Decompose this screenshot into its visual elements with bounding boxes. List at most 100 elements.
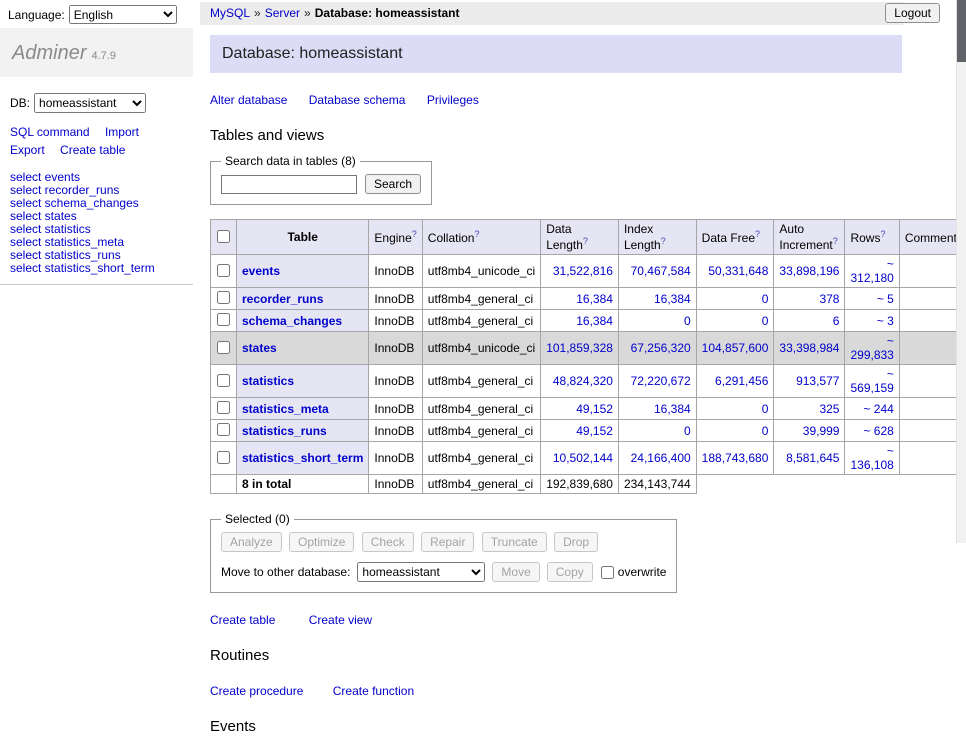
move-button[interactable]: Move xyxy=(492,562,539,582)
auto-increment-link[interactable]: 8,581,645 xyxy=(786,451,839,465)
row-checkbox[interactable] xyxy=(217,451,230,464)
row-checkbox[interactable] xyxy=(217,374,230,387)
data-length-link[interactable]: 49,152 xyxy=(576,424,613,438)
data-free-link[interactable]: 104,857,600 xyxy=(702,341,769,355)
drop-button[interactable]: Drop xyxy=(554,532,598,552)
rows-link[interactable]: ~ 312,180 xyxy=(850,257,893,285)
table-link-statistics-runs[interactable]: statistics_runs xyxy=(242,424,327,438)
alter-database-link[interactable]: Alter database xyxy=(210,93,287,107)
rows-link[interactable]: ~ 628 xyxy=(863,424,893,438)
sidebar-link-create-table[interactable]: Create table xyxy=(60,143,125,157)
auto-increment-link[interactable]: 913,577 xyxy=(796,374,839,388)
data-free-link[interactable]: 188,743,680 xyxy=(702,451,769,465)
rows-link[interactable]: ~ 136,108 xyxy=(850,444,893,472)
index-length-help-link[interactable]: ? xyxy=(661,236,666,246)
engine-help-link[interactable]: ? xyxy=(412,229,417,239)
breadcrumb-link-mysql[interactable]: MySQL xyxy=(210,6,250,20)
sidebar-link-sql-command[interactable]: SQL command xyxy=(10,125,90,139)
auto-increment-link[interactable]: 33,898,196 xyxy=(779,264,839,278)
table-link-recorder-runs[interactable]: recorder_runs xyxy=(242,292,323,306)
data-free-link[interactable]: 0 xyxy=(762,292,769,306)
data-free-link[interactable]: 50,331,648 xyxy=(708,264,768,278)
check-button[interactable]: Check xyxy=(362,532,414,552)
search-input[interactable] xyxy=(221,175,357,194)
data-length-link[interactable]: 49,152 xyxy=(576,402,613,416)
rows-link[interactable]: ~ 5 xyxy=(877,292,894,306)
select-all-checkbox[interactable] xyxy=(217,230,230,243)
data-free-help-link[interactable]: ? xyxy=(755,229,760,239)
vertical-scrollbar[interactable] xyxy=(956,0,966,543)
row-checkbox[interactable] xyxy=(217,401,230,414)
index-length-link[interactable]: 24,166,400 xyxy=(631,451,691,465)
overwrite-checkbox[interactable] xyxy=(601,566,614,579)
auto-increment-link[interactable]: 33,398,984 xyxy=(779,341,839,355)
logout-button[interactable]: Logout xyxy=(885,3,940,23)
analyze-button[interactable]: Analyze xyxy=(221,532,282,552)
table-link-statistics-short-term[interactable]: statistics_short_term xyxy=(242,451,363,465)
index-length-link[interactable]: 16,384 xyxy=(654,402,691,416)
data-length-link[interactable]: 31,522,816 xyxy=(553,264,613,278)
data-length-help-link[interactable]: ? xyxy=(583,236,588,246)
db-selector-row: DB: homeassistant xyxy=(10,93,183,113)
rows-link[interactable]: ~ 569,159 xyxy=(850,367,893,395)
data-free-cell: 6,291,456 xyxy=(696,365,774,398)
auto-increment-link[interactable]: 325 xyxy=(819,402,839,416)
sidebar-link-import[interactable]: Import xyxy=(105,125,139,139)
rows-link[interactable]: ~ 299,833 xyxy=(850,334,893,362)
index-length-link[interactable]: 72,220,672 xyxy=(631,374,691,388)
data-free-link[interactable]: 0 xyxy=(762,402,769,416)
table-link-states[interactable]: states xyxy=(242,341,277,355)
data-free-link[interactable]: 6,291,456 xyxy=(715,374,768,388)
data-length-link[interactable]: 48,824,320 xyxy=(553,374,613,388)
create-procedure-link[interactable]: Create procedure xyxy=(210,684,303,698)
collation-help-link[interactable]: ? xyxy=(474,229,479,239)
auto-increment-link[interactable]: 6 xyxy=(833,314,840,328)
row-checkbox[interactable] xyxy=(217,341,230,354)
auto-increment-link[interactable]: 378 xyxy=(819,292,839,306)
truncate-button[interactable]: Truncate xyxy=(482,532,547,552)
rows-link[interactable]: ~ 3 xyxy=(877,314,894,328)
create-function-link[interactable]: Create function xyxy=(333,684,414,698)
index-length-link[interactable]: 16,384 xyxy=(654,292,691,306)
scrollbar-thumb[interactable] xyxy=(957,0,966,62)
create-view-link[interactable]: Create view xyxy=(309,613,372,627)
auto-increment-link[interactable]: 39,999 xyxy=(803,424,840,438)
search-button[interactable]: Search xyxy=(365,174,421,194)
rows-help-link[interactable]: ? xyxy=(880,229,885,239)
row-checkbox[interactable] xyxy=(217,313,230,326)
create-table-link[interactable]: Create table xyxy=(210,613,275,627)
optimize-button[interactable]: Optimize xyxy=(289,532,354,552)
repair-button[interactable]: Repair xyxy=(421,532,474,552)
data-length-cell: 16,384 xyxy=(541,288,619,310)
data-length-link[interactable]: 10,502,144 xyxy=(553,451,613,465)
index-length-link[interactable]: 0 xyxy=(684,314,691,328)
table-link-statistics-meta[interactable]: statistics_meta xyxy=(242,402,329,416)
sidebar-link-export[interactable]: Export xyxy=(10,143,45,157)
data-length-link[interactable]: 101,859,328 xyxy=(546,341,613,355)
move-database-select[interactable]: homeassistant xyxy=(357,562,485,582)
search-fieldset: Search data in tables (8) Search xyxy=(210,154,432,205)
db-label: DB: xyxy=(10,96,30,110)
data-free-link[interactable]: 0 xyxy=(762,424,769,438)
data-free-link[interactable]: 0 xyxy=(762,314,769,328)
database-schema-link[interactable]: Database schema xyxy=(309,93,406,107)
language-select[interactable]: English xyxy=(69,5,177,24)
row-checkbox[interactable] xyxy=(217,264,230,277)
row-checkbox[interactable] xyxy=(217,291,230,304)
sidebar-item-select-statistics-short-term[interactable]: select statistics_short_term xyxy=(10,262,193,275)
data-length-link[interactable]: 16,384 xyxy=(576,292,613,306)
db-select[interactable]: homeassistant xyxy=(34,93,146,113)
table-link-statistics[interactable]: statistics xyxy=(242,374,294,388)
copy-button[interactable]: Copy xyxy=(547,562,593,582)
table-link-events[interactable]: events xyxy=(242,264,280,278)
index-length-link[interactable]: 70,467,584 xyxy=(631,264,691,278)
data-length-link[interactable]: 16,384 xyxy=(576,314,613,328)
rows-link[interactable]: ~ 244 xyxy=(863,402,893,416)
privileges-link[interactable]: Privileges xyxy=(427,93,479,107)
index-length-link[interactable]: 0 xyxy=(684,424,691,438)
row-checkbox[interactable] xyxy=(217,423,230,436)
breadcrumb-link-server[interactable]: Server xyxy=(265,6,300,20)
index-length-link[interactable]: 67,256,320 xyxy=(631,341,691,355)
auto-increment-help-link[interactable]: ? xyxy=(833,236,838,246)
table-link-schema-changes[interactable]: schema_changes xyxy=(242,314,342,328)
